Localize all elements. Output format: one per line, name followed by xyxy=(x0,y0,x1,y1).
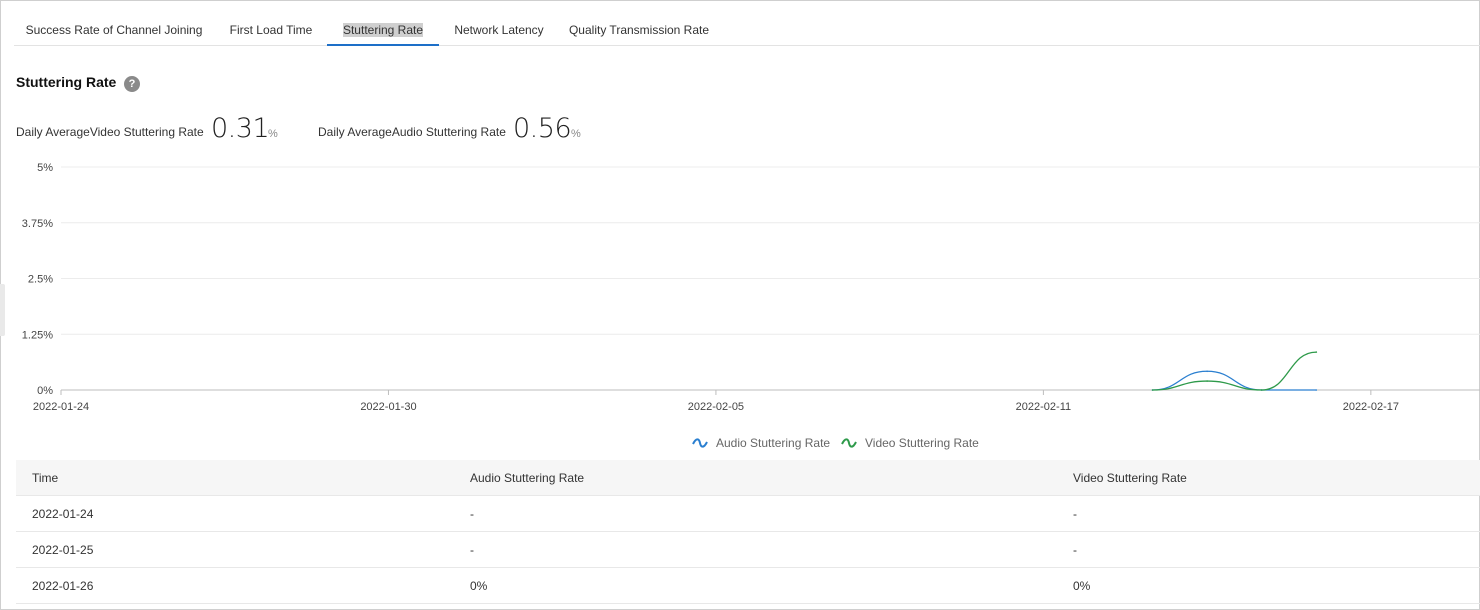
tab-stuttering-rate[interactable]: Stuttering Rate xyxy=(327,14,439,46)
series-line-video-stuttering-rate xyxy=(1152,351,1317,391)
series-line-audio-stuttering-rate xyxy=(1152,370,1317,391)
y-tick-label: 5% xyxy=(37,162,53,174)
x-tick-label: 2022-02-05 xyxy=(688,401,744,413)
y-tick-label: 1.25% xyxy=(22,329,53,341)
table-cell-audio: - xyxy=(470,543,474,557)
tab-label: Quality Transmission Rate xyxy=(568,23,710,37)
tab-first-load-time[interactable]: First Load Time xyxy=(216,14,326,46)
audio-average-unit: % xyxy=(571,128,581,140)
tab-quality-transmission-rate[interactable]: Quality Transmission Rate xyxy=(564,14,714,46)
tab-network-latency[interactable]: Network Latency xyxy=(442,14,556,46)
y-tick-label: 0% xyxy=(37,385,53,397)
data-point xyxy=(1315,389,1318,391)
video-average-unit: % xyxy=(268,128,278,140)
question-circle-icon[interactable]: ? xyxy=(124,76,140,92)
tab-label: Network Latency xyxy=(454,23,544,37)
stuttering-rate-table: Time Audio Stuttering Rate Video Stutter… xyxy=(16,460,1480,604)
audio-average-label: Daily AverageAudio Stuttering Rate xyxy=(318,125,506,139)
audio-series-swatch-icon xyxy=(692,438,708,448)
table-cell-time: 2022-01-26 xyxy=(32,579,94,593)
x-tick-label: 2022-01-24 xyxy=(33,401,89,413)
table-header-audio: Audio Stuttering Rate xyxy=(470,471,585,485)
video-series-swatch-icon xyxy=(841,438,857,448)
tab-label: Success Rate of Channel Joining xyxy=(25,23,203,37)
data-point xyxy=(1315,351,1318,353)
table-cell-video: 0% xyxy=(1073,579,1091,593)
legend-label: Video Stuttering Rate xyxy=(865,436,979,450)
tab-bar: Success Rate of Channel Joining First Lo… xyxy=(14,14,1480,46)
data-point xyxy=(1206,370,1208,373)
y-tick-label: 3.75% xyxy=(22,218,53,230)
table-row: 2022-01-24 - - xyxy=(16,496,1480,532)
data-point xyxy=(1206,380,1208,382)
table-row: 2022-01-25 - - xyxy=(16,532,1480,568)
x-tick-label: 2022-02-17 xyxy=(1343,401,1399,413)
table-header-video: Video Stuttering Rate xyxy=(1073,471,1187,485)
table-cell-time: 2022-01-25 xyxy=(32,543,94,557)
tab-success-rate-channel-joining[interactable]: Success Rate of Channel Joining xyxy=(14,14,214,46)
audio-average-value: 0.56 xyxy=(513,113,572,144)
video-average-label: Daily AverageVideo Stuttering Rate xyxy=(16,125,204,139)
x-tick-label: 2022-02-11 xyxy=(1016,401,1071,413)
table-cell-time: 2022-01-24 xyxy=(32,507,94,521)
table-row: 2022-01-26 0% 0% xyxy=(16,568,1480,604)
data-point xyxy=(1260,389,1263,391)
table-cell-audio: 0% xyxy=(470,579,488,593)
stuttering-rate-line-chart: 0% 1.25% 2.5% 3.75% 5% 2022-01-24 2022-01-30 20… xyxy=(22,162,1480,413)
table-header-row: Time Audio Stuttering Rate Video Stutter… xyxy=(16,460,1480,496)
y-tick-label: 2.5% xyxy=(28,274,53,286)
video-average-value: 0.31 xyxy=(211,113,270,144)
table-cell-video: - xyxy=(1073,507,1077,521)
legend-label: Audio Stuttering Rate xyxy=(716,436,831,450)
tab-label: Stuttering Rate xyxy=(342,23,424,37)
table-header-time: Time xyxy=(32,471,59,485)
data-point xyxy=(1151,389,1154,391)
tab-label: First Load Time xyxy=(229,23,313,37)
chart-legend: Audio Stuttering Rate Video Stuttering R… xyxy=(0,434,1480,452)
table-cell-video: - xyxy=(1073,543,1077,557)
table-cell-audio: - xyxy=(470,507,474,521)
x-tick-label: 2022-01-30 xyxy=(360,401,416,413)
section-title: Stuttering Rate xyxy=(16,74,117,90)
